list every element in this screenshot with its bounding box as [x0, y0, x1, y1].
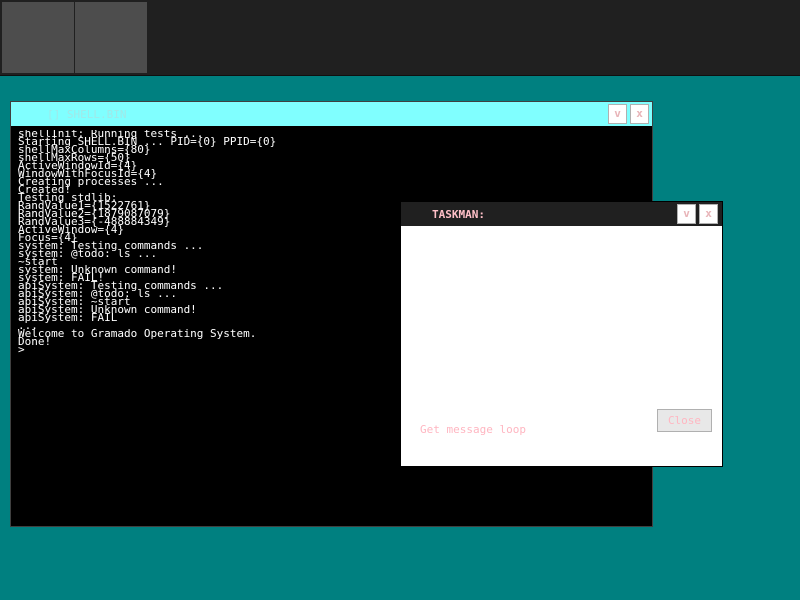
close-button[interactable]: Close: [657, 409, 712, 432]
taskman-titlebar[interactable]: TASKMAN: v x: [401, 202, 722, 226]
terminal-line: Creating processes ...: [18, 175, 164, 188]
taskman-title: TASKMAN:: [432, 208, 485, 221]
taskman-client-area: Get message loop Close: [401, 226, 722, 466]
taskman-window[interactable]: TASKMAN: v x Get message loop Close: [400, 201, 723, 467]
shell-close-button[interactable]: x: [630, 104, 649, 124]
desktop: [] SHELL.BIN v x shellInit: Running test…: [0, 0, 800, 600]
taskman-close-icon-button[interactable]: x: [699, 204, 718, 224]
taskbar-button-1[interactable]: [2, 2, 75, 73]
shell-titlebar[interactable]: [] SHELL.BIN v x: [11, 102, 652, 126]
shell-minimize-button[interactable]: v: [608, 104, 627, 124]
taskman-minimize-button[interactable]: v: [677, 204, 696, 224]
message-loop-label: Get message loop: [420, 423, 526, 436]
taskbar: [0, 0, 800, 76]
shell-title: [] SHELL.BIN: [47, 108, 127, 121]
taskbar-button-2[interactable]: [75, 2, 148, 73]
